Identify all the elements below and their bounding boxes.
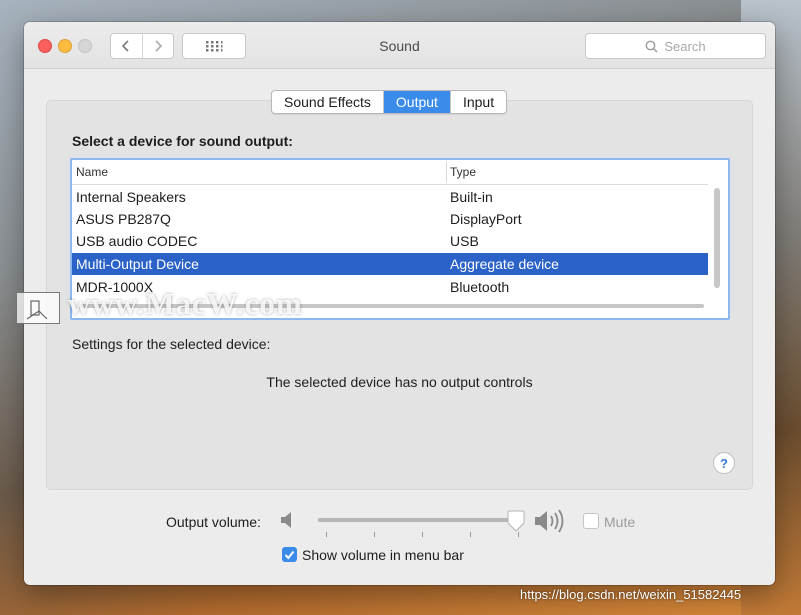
tab-input[interactable]: Input bbox=[449, 91, 506, 113]
show-volume-label: Show volume in menu bar bbox=[302, 547, 464, 563]
slider-tick bbox=[374, 532, 375, 537]
speaker-high-icon bbox=[534, 508, 572, 537]
device-type: Built-in bbox=[450, 189, 493, 205]
table-header: Name Type bbox=[72, 160, 708, 185]
tab-output[interactable]: Output bbox=[382, 91, 450, 113]
device-type: Bluetooth bbox=[450, 279, 510, 295]
no-output-controls-text: The selected device has no output contro… bbox=[266, 374, 533, 390]
search-field[interactable]: Search bbox=[585, 33, 766, 59]
device-list-heading: Select a device for sound output: bbox=[72, 133, 293, 149]
speaker-low-icon bbox=[280, 510, 296, 533]
watermark-logo-icon bbox=[16, 292, 60, 324]
device-name: ASUS PB287Q bbox=[76, 211, 171, 227]
tab-bar: Sound Effects Output Input bbox=[271, 90, 508, 114]
table-row[interactable]: ASUS PB287Q DisplayPort bbox=[72, 208, 708, 230]
column-header-type[interactable]: Type bbox=[450, 165, 476, 179]
table-row-selected[interactable]: Multi-Output Device Aggregate device bbox=[72, 253, 708, 275]
mute-checkbox[interactable] bbox=[583, 513, 599, 529]
volume-slider-thumb[interactable] bbox=[507, 510, 525, 535]
search-icon bbox=[645, 40, 658, 53]
show-volume-checkbox[interactable] bbox=[282, 547, 297, 562]
table-row[interactable]: USB audio CODEC USB bbox=[72, 230, 708, 252]
slider-tick bbox=[470, 532, 471, 537]
help-button[interactable]: ? bbox=[713, 452, 735, 474]
slider-tick bbox=[326, 532, 327, 537]
checkmark-icon bbox=[284, 550, 295, 560]
device-name: Multi-Output Device bbox=[76, 256, 199, 272]
slider-tick bbox=[422, 532, 423, 537]
table-row[interactable]: Internal Speakers Built-in bbox=[72, 186, 708, 208]
source-credit: https://blog.csdn.net/weixin_51582445 bbox=[520, 587, 742, 602]
mute-label: Mute bbox=[604, 514, 636, 530]
settings-label: Settings for the selected device: bbox=[72, 336, 271, 352]
device-name: USB audio CODEC bbox=[76, 233, 198, 249]
watermark-text: www.MacW.com bbox=[68, 286, 303, 321]
titlebar: Sound Search bbox=[24, 22, 775, 69]
device-name: Internal Speakers bbox=[76, 189, 186, 205]
search-placeholder: Search bbox=[664, 38, 706, 54]
device-type: DisplayPort bbox=[450, 211, 522, 227]
column-divider bbox=[446, 162, 447, 182]
volume-slider-fill bbox=[318, 518, 516, 522]
volume-slider-track[interactable] bbox=[318, 518, 518, 522]
column-header-name[interactable]: Name bbox=[76, 165, 108, 179]
device-type: USB bbox=[450, 233, 479, 249]
output-volume-label: Output volume: bbox=[166, 514, 261, 530]
vertical-scrollbar[interactable] bbox=[714, 188, 720, 288]
tab-sound-effects[interactable]: Sound Effects bbox=[272, 91, 383, 113]
device-type: Aggregate device bbox=[450, 256, 559, 272]
